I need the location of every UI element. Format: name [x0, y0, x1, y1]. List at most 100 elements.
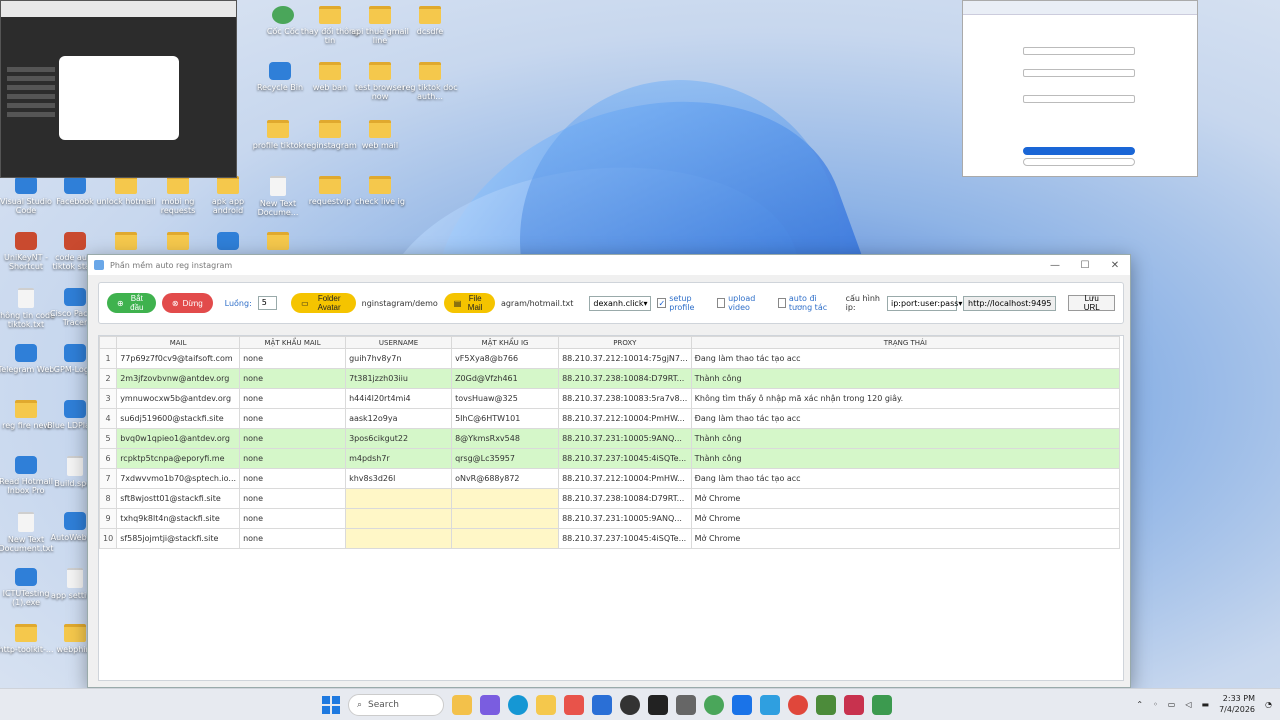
mail-password-cell[interactable]: none	[239, 388, 347, 409]
clock[interactable]: 2:33 PM 7/4/2026	[1219, 693, 1255, 715]
start-button[interactable]: ⊕ Bắt đầu	[107, 293, 156, 313]
table-row[interactable]: 1 77p69z7f0cv9@taifsoft.com none guih7hv8y7…	[98, 348, 1121, 369]
save-url-button[interactable]: Lưu URL	[1068, 294, 1115, 312]
proxy-cell[interactable]: 88.210.37.231:10005:9ANQ...	[558, 428, 692, 449]
status-cell[interactable]: Đang làm thao tác tạo acc	[690, 348, 1121, 369]
table-row[interactable]: 8 sft8wjostt01@stackfi.site none 88.210.37.…	[98, 488, 1121, 509]
notification-app-icon[interactable]	[788, 695, 808, 715]
minimize-icon[interactable]: —	[1040, 260, 1070, 271]
app-icon[interactable]	[816, 695, 836, 715]
username-cell[interactable]: khv8s3d26l	[345, 468, 453, 489]
copilot-icon[interactable]	[480, 695, 500, 715]
table-row[interactable]: 7 7xdwvvmo1b70@sptech.io... none khv8s3d26l…	[98, 468, 1121, 489]
proxy-cell[interactable]: 88.210.37.238:10083:5ra7v8...	[558, 388, 692, 409]
status-cell[interactable]: Đang làm thao tác tạo acc	[690, 408, 1121, 429]
mail-cell[interactable]: su6dj519600@stackfi.site	[116, 408, 241, 429]
status-cell[interactable]: Thành công	[690, 368, 1121, 389]
column-header-mail-password[interactable]: MẬT KHẨU MAIL	[239, 336, 347, 349]
mail-cell[interactable]: 2m3jfzovbvnw@antdev.org	[116, 368, 241, 389]
desktop-icon[interactable]: web mail	[350, 120, 410, 150]
table-row[interactable]: 2 2m3jfzovbvnw@antdev.org none 7t381jzzh03i…	[98, 368, 1121, 389]
ig-password-cell[interactable]: 8@YkmsRxv548	[451, 428, 560, 449]
username-cell[interactable]	[345, 508, 453, 529]
terminal-icon[interactable]	[648, 695, 668, 715]
ig-password-cell[interactable]: Z0Gd@Vfzh461	[451, 368, 560, 389]
auto-interact-checkbox[interactable]: auto đi tương tác	[777, 294, 840, 312]
proxy-cell[interactable]: 88.210.37.238:10084:D79RT...	[558, 368, 692, 389]
ig-password-cell[interactable]: qrsg@Lc35957	[451, 448, 560, 469]
maximize-icon[interactable]: ☐	[1070, 260, 1100, 271]
threads-spinbox[interactable]: 5	[257, 296, 278, 310]
ig-password-cell[interactable]	[451, 528, 560, 549]
table-row[interactable]: 5 bvq0w1qpieo1@antdev.org none 3pos6cikgut2…	[98, 428, 1121, 449]
proxy-cell[interactable]: 88.210.37.238:10084:D79RT...	[558, 488, 692, 509]
proxy-cell[interactable]: 88.210.37.231:10005:9ANQ...	[558, 508, 692, 529]
status-cell[interactable]: Đang làm thao tác tạo acc	[690, 468, 1121, 489]
chevron-up-icon[interactable]: ⌃	[1136, 700, 1143, 709]
app-icon[interactable]	[872, 695, 892, 715]
browser-window-thumbnail-right[interactable]	[962, 0, 1198, 177]
chrome-icon[interactable]	[704, 695, 724, 715]
table-row[interactable]: 4 su6dj519600@stackfi.site none aask12o9ya 5…	[98, 408, 1121, 429]
stop-button[interactable]: ⊗ Dừng	[161, 293, 213, 313]
microphone-icon[interactable]: ◦	[1153, 700, 1158, 709]
proxy-cell[interactable]: 88.210.37.212:10004:PmHW...	[558, 408, 692, 429]
obs-icon[interactable]	[620, 695, 640, 715]
proxy-cell[interactable]: 88.210.37.237:10045:4iSQTe...	[558, 448, 692, 469]
username-cell[interactable]	[345, 528, 453, 549]
taskbar-search[interactable]: ⌕ Search	[348, 694, 444, 716]
username-cell[interactable]: 3pos6cikgut22	[345, 428, 453, 449]
mail-cell[interactable]: 77p69z7f0cv9@taifsoft.com	[116, 348, 241, 369]
proxy-cell[interactable]: 88.210.37.212:10014:75gjN7...	[558, 348, 692, 369]
browser-window-thumbnail-left[interactable]	[0, 0, 237, 178]
status-cell[interactable]: Không tìm thấy ô nhập mã xác nhận trong …	[690, 388, 1121, 409]
mail-cell[interactable]: 7xdwvvmo1b70@sptech.io...	[116, 468, 241, 489]
notification-bell-icon[interactable]: ◔	[1265, 700, 1272, 709]
battery-icon[interactable]: ▬	[1202, 700, 1210, 709]
app-icon[interactable]	[844, 695, 864, 715]
file-mail-button[interactable]: ▤ File Mail	[443, 293, 495, 313]
desktop-icon[interactable]: reg tiktok doc auth...	[400, 62, 460, 101]
mail-password-cell[interactable]: none	[239, 428, 347, 449]
telegram-icon[interactable]	[592, 695, 612, 715]
username-cell[interactable]: 7t381jzzh03iiu	[345, 368, 453, 389]
desktop-icon[interactable]	[96, 232, 156, 253]
ip-format-select[interactable]: ip:port:user:pass ▾	[887, 295, 962, 311]
mail-password-cell[interactable]: none	[239, 468, 347, 489]
mail-cell[interactable]: bvq0w1qpieo1@antdev.org	[116, 428, 241, 449]
edge-icon[interactable]	[508, 695, 528, 715]
mail-cell[interactable]: rcpktp5tcnpa@eporyfi.me	[116, 448, 241, 469]
mode-select[interactable]: dexanh.click ▾	[589, 295, 652, 311]
desktop-icon[interactable]	[248, 232, 308, 253]
status-cell[interactable]: Thành công	[690, 428, 1121, 449]
tool-icon[interactable]	[676, 695, 696, 715]
store-icon[interactable]	[564, 695, 584, 715]
column-header-proxy[interactable]: PROXY	[558, 336, 692, 349]
desktop-icon[interactable]: dcsdfe	[400, 6, 460, 36]
mail-cell[interactable]: sft8wjostt01@stackfi.site	[116, 488, 241, 509]
mail-cell[interactable]: txhq9k8lt4n@stackfi.site	[116, 508, 241, 529]
username-cell[interactable]	[345, 488, 453, 509]
table-row[interactable]: 10 sf585jojmtji@stackfi.site none 88.210.37…	[98, 528, 1121, 549]
setup-profile-checkbox[interactable]: ✓ setup profile	[657, 294, 705, 312]
proxy-cell[interactable]: 88.210.37.212:10004:PmHW...	[558, 468, 692, 489]
mail-password-cell[interactable]: none	[239, 408, 347, 429]
table-row[interactable]: 6 rcpktp5tcnpa@eporyfi.me none m4pdsh7r qrsg…	[98, 448, 1121, 469]
mail-password-cell[interactable]: none	[239, 508, 347, 529]
ig-password-cell[interactable]: 5IhC@6HTW101	[451, 408, 560, 429]
ig-password-cell[interactable]: oNvR@688y872	[451, 468, 560, 489]
folder-avatar-button[interactable]: ▭ Folder Avatar	[291, 293, 356, 313]
column-header-mail[interactable]: MAIL	[116, 336, 241, 349]
username-cell[interactable]: h44i4l20rt4mi4	[345, 388, 453, 409]
column-header-username[interactable]: USERNAME	[345, 336, 453, 349]
mail-password-cell[interactable]: none	[239, 368, 347, 389]
status-cell[interactable]: Mở Chrome	[690, 528, 1121, 549]
ig-password-cell[interactable]	[451, 488, 560, 509]
username-cell[interactable]: guih7hv8y7n	[345, 348, 453, 369]
mail-password-cell[interactable]: none	[239, 348, 347, 369]
app-icon[interactable]	[760, 695, 780, 715]
desktop-icon[interactable]: New Text Docume...	[248, 176, 308, 217]
table-row[interactable]: 3 ymnuwocxw5b@antdev.org none h44i4l20rt4mi…	[98, 388, 1121, 409]
vscode-icon[interactable]	[732, 695, 752, 715]
proxy-cell[interactable]: 88.210.37.237:10045:4iSQTe...	[558, 528, 692, 549]
